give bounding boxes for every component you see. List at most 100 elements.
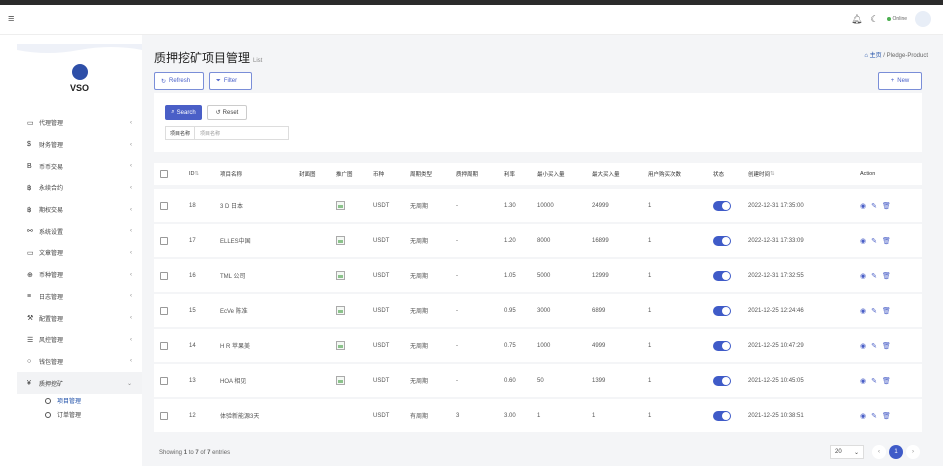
select-all-checkbox[interactable]: [160, 170, 168, 178]
edit-icon[interactable]: ✎: [871, 412, 877, 420]
chevron-left-icon: ‹: [130, 184, 132, 191]
breadcrumb: ⌂ 主页 / Pledge-Product: [864, 53, 928, 59]
cell-id: 12: [189, 412, 196, 419]
view-icon[interactable]: ◉: [860, 272, 866, 280]
sidebar-item[interactable]: ⚯ 系统设置 ‹: [17, 220, 142, 242]
edit-icon[interactable]: ✎: [871, 202, 877, 210]
edit-icon[interactable]: ✎: [871, 342, 877, 350]
sidebar-item-label: 文章管理: [39, 251, 64, 258]
status-toggle[interactable]: [713, 410, 731, 421]
column-header: 用户购买次数: [648, 172, 682, 178]
refresh-icon: ↻: [161, 78, 167, 85]
sidebar-item[interactable]: $ 财务管理 ‹: [17, 134, 142, 156]
pagination: ‹ 1 ›: [872, 445, 920, 459]
moon-icon[interactable]: ☾: [870, 14, 878, 25]
cell-name: 体验新能源3天: [220, 414, 260, 420]
column-header[interactable]: 创建时间 ⇅: [748, 163, 775, 185]
page-button[interactable]: 1: [889, 445, 903, 459]
column-header: 状态: [713, 172, 725, 178]
sidebar-item[interactable]: ☰ 风控管理 ‹: [17, 329, 142, 351]
project-name-label: 项目名称: [165, 126, 195, 140]
cell-created: 2021-12-25 12:24:46: [748, 307, 804, 314]
sidebar-subitem[interactable]: 项目管理: [17, 394, 142, 408]
menu-icon: ⚒: [27, 315, 34, 323]
sidebar-item[interactable]: ⊕ 币种管理 ‹: [17, 264, 142, 286]
table-header: ID ⇅ 项目名称 封面图 推广图 币种 周期类型 质押周期 利率 最小买入量 最大买入量 用户购买…: [154, 163, 922, 185]
delete-icon[interactable]: 🗑︎: [882, 412, 891, 420]
sidebar-item[interactable]: ○ 钱包管理 ‹: [17, 351, 142, 373]
view-icon[interactable]: ◉: [860, 342, 866, 350]
promo-image-cell: [336, 364, 345, 397]
row-checkbox[interactable]: [160, 411, 168, 420]
next-page-button[interactable]: ›: [906, 445, 920, 459]
status-toggle[interactable]: [713, 200, 731, 211]
sidebar-item[interactable]: B 币币交易 ‹: [17, 155, 142, 177]
avatar[interactable]: [915, 11, 931, 27]
row-checkbox[interactable]: [160, 306, 168, 315]
sidebar-item[interactable]: ฿ 永续合约 ‹: [17, 177, 142, 199]
row-checkbox[interactable]: [160, 271, 168, 280]
status-toggle[interactable]: [713, 235, 731, 246]
page-size-select[interactable]: 20 ⌄: [830, 445, 864, 459]
logo: VSO: [17, 44, 142, 112]
row-checkbox[interactable]: [160, 376, 168, 385]
hamburger-icon[interactable]: ≡: [8, 13, 14, 25]
logo-wave-icon: [17, 44, 142, 53]
sidebar-item[interactable]: ▭ 代理管理 ‹: [17, 112, 142, 134]
sidebar-subitem[interactable]: 订单管理: [17, 408, 142, 422]
view-icon[interactable]: ◉: [860, 377, 866, 385]
project-name-input[interactable]: 项目名称: [194, 126, 289, 140]
cell-created: 2021-12-25 10:47:29: [748, 342, 804, 349]
refresh-button[interactable]: ↻ Refresh: [154, 72, 204, 90]
status-toggle[interactable]: [713, 305, 731, 316]
row-checkbox[interactable]: [160, 341, 168, 350]
status-toggle[interactable]: [713, 375, 731, 386]
column-header: 周期类型: [410, 172, 433, 178]
delete-icon[interactable]: 🗑︎: [882, 342, 891, 350]
sidebar-item[interactable]: ฿ 期权交易 ‹: [17, 199, 142, 221]
delete-icon[interactable]: 🗑︎: [882, 377, 891, 385]
cell-rate: 1.05: [504, 272, 516, 279]
view-icon[interactable]: ◉: [860, 202, 866, 210]
cell-rate: 0.75: [504, 342, 516, 349]
search-button[interactable]: ⌕ Search: [165, 105, 202, 120]
delete-icon[interactable]: 🗑︎: [882, 272, 891, 280]
row-checkbox[interactable]: [160, 201, 168, 210]
edit-icon[interactable]: ✎: [871, 237, 877, 245]
edit-icon[interactable]: ✎: [871, 272, 877, 280]
view-icon[interactable]: ◉: [860, 307, 866, 315]
sidebar-item[interactable]: ▭ 文章管理 ‹: [17, 242, 142, 264]
filter-button[interactable]: ⏷ Filter: [209, 72, 252, 90]
row-checkbox[interactable]: [160, 236, 168, 245]
sidebar-item[interactable]: ⚒ 配置管理 ‹: [17, 307, 142, 329]
circle-icon: [45, 411, 51, 418]
breadcrumb-home[interactable]: ⌂ 主页: [864, 53, 881, 59]
status-toggle[interactable]: [713, 270, 731, 281]
edit-icon[interactable]: ✎: [871, 377, 877, 385]
cell-cycle_type: 无周期: [410, 204, 429, 210]
delete-icon[interactable]: 🗑︎: [882, 307, 891, 315]
table-row: 14 H R 苹果美 USDT 无周期 - 0.75 1000 4999 1 2021-12-25…: [154, 329, 922, 362]
cell-coin: USDT: [373, 307, 390, 314]
sidebar-item[interactable]: ≡ 日志管理 ‹: [17, 286, 142, 308]
cell-cycle_type: 有周期: [410, 414, 429, 420]
delete-icon[interactable]: 🗑︎: [882, 202, 891, 210]
row-actions: ◉ ✎ 🗑︎: [860, 329, 896, 362]
promo-image-icon: [336, 271, 345, 280]
view-icon[interactable]: ◉: [860, 412, 866, 420]
cell-max: 24999: [592, 202, 609, 209]
prev-page-button[interactable]: ‹: [872, 445, 886, 459]
sidebar-item[interactable]: ¥ 质押挖矿 ⌄: [17, 372, 142, 394]
bell-icon[interactable]: 🔔︎: [851, 14, 862, 25]
cell-min: 8000: [537, 237, 551, 244]
row-actions: ◉ ✎ 🗑︎: [860, 189, 896, 222]
view-icon[interactable]: ◉: [860, 237, 866, 245]
delete-icon[interactable]: 🗑︎: [882, 237, 891, 245]
sidebar-item-label: 系统设置: [39, 229, 64, 236]
sidebar-item-label: 永续合约: [39, 186, 64, 193]
edit-icon[interactable]: ✎: [871, 307, 877, 315]
reset-button[interactable]: ↺ Reset: [207, 105, 247, 120]
new-button[interactable]: + New: [878, 72, 922, 90]
status-toggle[interactable]: [713, 340, 731, 351]
column-header[interactable]: ID ⇅: [189, 163, 199, 185]
